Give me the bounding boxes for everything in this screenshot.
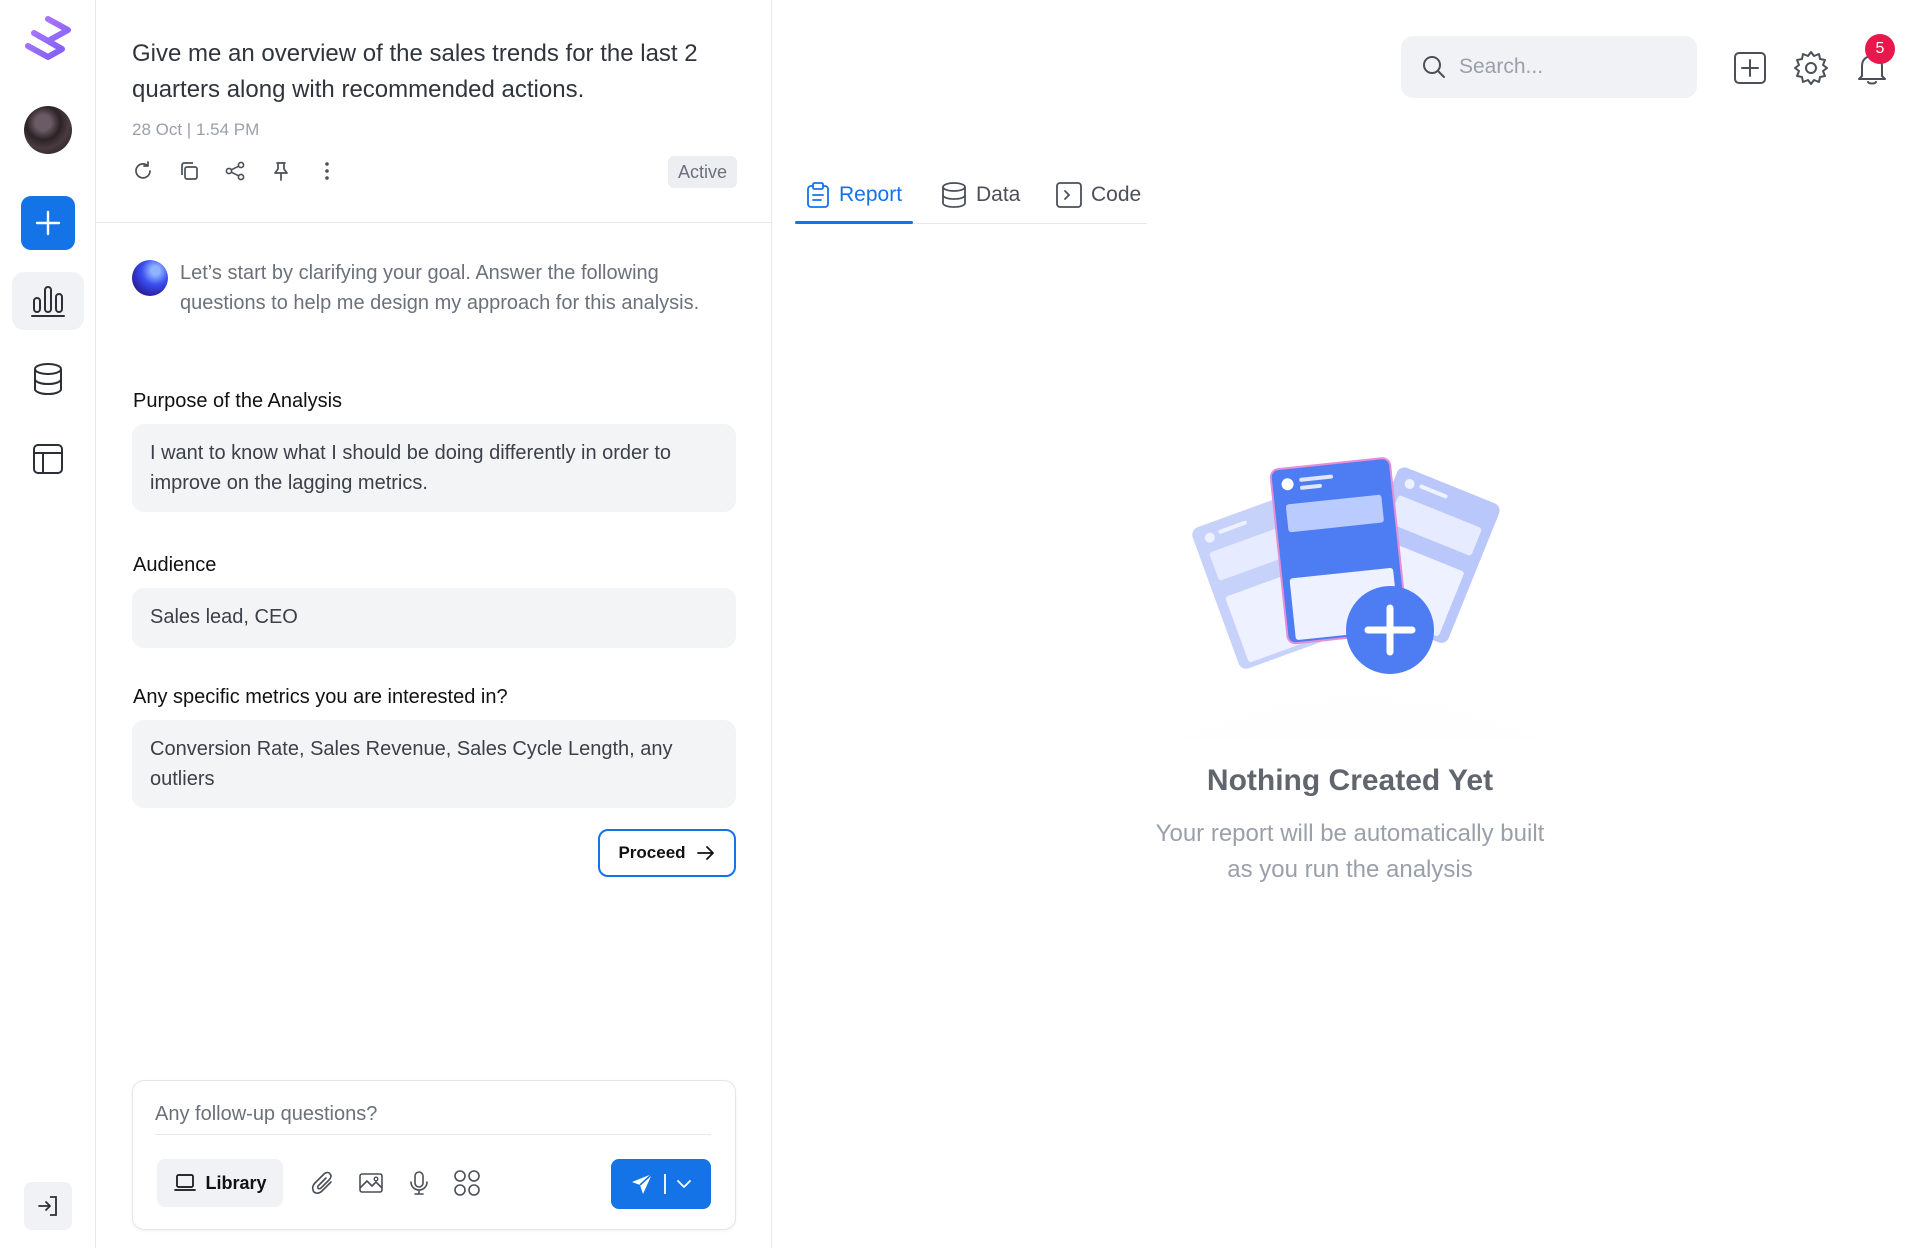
add-icon[interactable] [1730,48,1770,88]
empty-state-subtitle-text: Your report will be automatically built … [1155,820,1545,883]
question-label: Any specific metrics you are interested … [133,686,508,708]
search-input[interactable] [1459,55,1679,79]
assistant-message: Let’s start by clarifying your goal. Ans… [180,262,700,314]
database-icon [34,363,62,396]
answer-field[interactable]: Sales lead, CEO [132,588,736,648]
empty-state-illustration [1100,440,1620,930]
sidebar-item-layout[interactable] [12,430,84,488]
new-analysis-button[interactable] [21,196,75,250]
chat-panel: Give me an overview of the sales trends … [96,0,772,1248]
share-icon[interactable] [222,158,248,184]
sidebar-item-data[interactable] [12,350,84,408]
active-tab-indicator [795,221,913,224]
copy-icon[interactable] [176,158,202,184]
notification-badge: 5 [1865,34,1895,64]
logout-button[interactable] [24,1182,72,1230]
gear-icon[interactable] [1791,48,1831,88]
question-label: Audience [133,554,217,576]
search-bar[interactable] [1401,36,1697,98]
laptop-icon [174,1174,197,1191]
follow-up-input[interactable] [155,1095,711,1135]
database-icon [942,182,966,208]
prompt-timestamp: 28 Oct | 1.54 PM [132,120,260,139]
terminal-icon [1056,182,1082,208]
user-prompt: Give me an overview of the sales trends … [132,40,698,103]
question-label: Purpose of the Analysis [133,390,343,412]
answer-field[interactable]: I want to know what I should be doing di… [132,424,736,512]
send-button[interactable] [611,1159,711,1209]
library-label: Library [205,1172,267,1193]
attach-icon[interactable] [307,1167,339,1199]
view-tabs: Report Data Code [795,166,1147,224]
arrow-right-icon [696,846,714,860]
pin-icon[interactable] [268,158,294,184]
microphone-icon[interactable] [403,1167,435,1199]
app-logo[interactable] [24,16,72,68]
layout-icon [33,444,63,474]
proceed-button[interactable]: Proceed [598,829,736,877]
answer-field[interactable]: Conversion Rate, Sales Revenue, Sales Cy… [132,720,736,808]
apps-grid-icon[interactable] [451,1167,483,1199]
search-icon [1423,56,1445,78]
empty-state-title: Nothing Created Yet [1206,764,1494,797]
tab-label: Code [1091,183,1142,206]
tab-label: Data [976,183,1021,206]
clipboard-icon [807,182,829,208]
more-vertical-icon[interactable] [314,158,340,184]
status-badge: Active [667,156,737,188]
logout-icon [38,1196,57,1216]
tab-code[interactable]: Code [1055,166,1141,224]
assistant-avatar [132,260,168,296]
sidebar-item-analytics[interactable] [12,272,84,330]
empty-state-subtitle: Your report will be automatically built … [1050,816,1650,888]
composer: Library [132,1080,736,1230]
proceed-label: Proceed [618,843,686,862]
send-separator [664,1174,666,1194]
tab-report[interactable]: Report [805,166,902,224]
tab-label: Report [839,183,903,206]
refresh-icon[interactable] [130,158,156,184]
divider [96,222,772,223]
send-icon [632,1173,653,1194]
chevron-down-icon[interactable] [676,1178,692,1190]
bar-chart-icon [31,286,65,317]
plus-icon [35,210,61,236]
prompt-actions [130,158,340,184]
library-button[interactable]: Library [157,1159,283,1207]
image-icon[interactable] [355,1167,387,1199]
user-avatar[interactable] [24,106,72,154]
left-sidebar [0,0,96,1248]
tab-data[interactable]: Data [940,166,1020,224]
